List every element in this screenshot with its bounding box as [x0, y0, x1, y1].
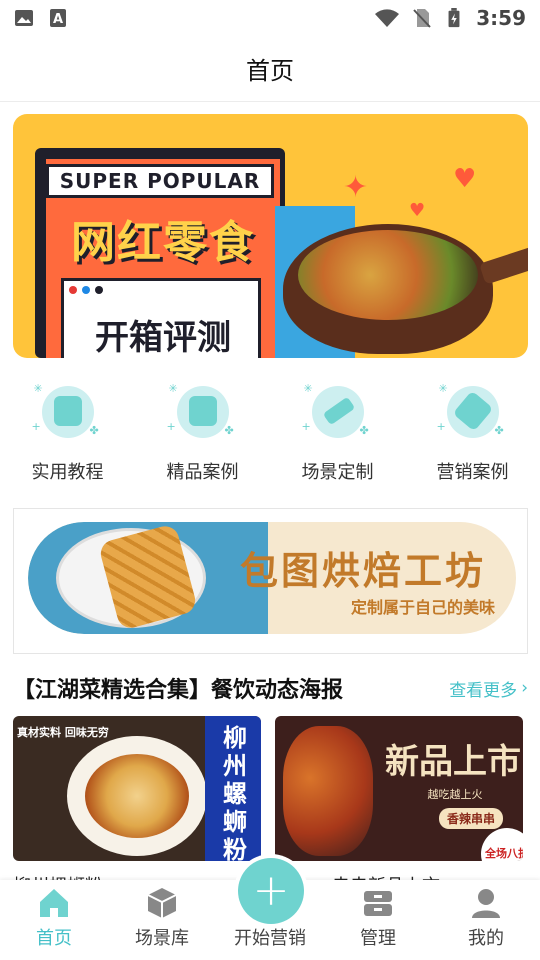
start-marketing-fab[interactable]: + [238, 858, 304, 924]
user-icon [472, 889, 500, 918]
shortcut-cases[interactable]: ✳ + ✤ 精品案例 [135, 380, 270, 490]
poster-subtitle: 越吃越上火 [427, 788, 483, 801]
poster-card[interactable]: 新品上市 越吃越上火 香辣串串 全场八折 [275, 716, 523, 861]
section-header: 【江湖菜精选合集】餐饮动态海报 查看更多 › [13, 668, 528, 708]
pencil-ruler-icon: ✳ + ✤ [301, 382, 369, 438]
poster-side-text: 柳州螺蛳粉 [223, 724, 247, 861]
shortcut-label: 场景定制 [301, 462, 374, 483]
document-case-icon: ✳ + ✤ [166, 382, 234, 438]
promo-pill: 包图烘焙工坊 定制属于自己的美味 [28, 522, 516, 634]
drawer-icon [364, 891, 392, 916]
gallery-icon [15, 10, 33, 26]
wifi-icon [375, 9, 400, 27]
tab-label: 管理 [360, 928, 396, 949]
tab-me[interactable]: 我的 [432, 880, 540, 960]
battery-charging-icon [448, 8, 460, 28]
video-tutorial-icon: ✳ + ✤ [31, 382, 99, 438]
plus-icon: + [252, 865, 290, 916]
hero-super-text: SUPER POPULAR [46, 164, 274, 198]
box-icon [147, 888, 177, 918]
status-time: 3:59 [476, 6, 526, 30]
tab-label: 开始营销 [234, 928, 306, 949]
hero-sub-text: 开箱评测 [95, 318, 231, 358]
poster-tag: 真材实料 回味无穷 [17, 726, 109, 739]
pot-handle-image [479, 245, 528, 285]
shortcut-marketing-cases[interactable]: ✳ + ✤ 营销案例 [405, 380, 540, 490]
tag-icon: ✳ + ✤ [436, 382, 504, 438]
promo-subtitle: 定制属于自己的美味 [350, 598, 495, 617]
font-icon: A [50, 9, 66, 27]
chevron-right-icon: › [521, 678, 528, 698]
tab-home[interactable]: 首页 [0, 880, 108, 960]
tab-label: 场景库 [135, 928, 189, 949]
section-title: 【江湖菜精选合集】餐饮动态海报 [13, 678, 344, 703]
shortcut-label: 实用教程 [31, 462, 104, 483]
shortcut-grid: ✳ + ✤ 实用教程 ✳ + ✤ 精品案例 ✳ + ✤ 场景定制 ✳ + ✤ 营销案例 [0, 380, 540, 490]
bakery-promo-banner[interactable]: 包图烘焙工坊 定制属于自己的美味 [13, 508, 528, 654]
shortcut-tutorial[interactable]: ✳ + ✤ 实用教程 [0, 380, 135, 490]
heart-icon: ♥ [453, 164, 477, 194]
home-icon [40, 889, 68, 917]
poster-title: 新品上市 [385, 742, 521, 782]
tab-label: 首页 [36, 928, 72, 949]
heart-small-icon: ♥ [409, 200, 426, 221]
shortcut-label: 营销案例 [436, 462, 509, 483]
status-bar: A 3:59 [0, 0, 540, 36]
tab-manage[interactable]: 管理 [324, 880, 432, 960]
hero-banner[interactable]: SUPER POPULAR 网红零食 开箱评测 ♥ ♥ ✦ [13, 114, 528, 358]
tab-label: 我的 [468, 928, 504, 949]
window-dots-icon [69, 286, 103, 294]
hotpot-food-image [298, 230, 478, 320]
page-title: 首页 [246, 57, 294, 85]
promo-title: 包图烘焙工坊 [239, 549, 486, 593]
discount-badge: 全场八折 [481, 828, 523, 861]
shortcut-custom-scene[interactable]: ✳ + ✤ 场景定制 [270, 380, 405, 490]
noodle-food-image [85, 754, 189, 838]
poster-card[interactable]: 真材实料 回味无穷 柳州螺蛳粉 [13, 716, 261, 861]
burst-icon: ✦ [343, 170, 369, 205]
shortcut-label: 精品案例 [166, 462, 239, 483]
hero-main-text: 网红零食 [71, 217, 255, 268]
svg-text:A: A [53, 12, 63, 27]
app-header: 首页 [0, 36, 540, 102]
skewer-image [283, 726, 373, 856]
no-sim-icon [413, 9, 431, 28]
poster-badge: 香辣串串 [439, 808, 504, 829]
see-more-link[interactable]: 查看更多 › [449, 676, 528, 701]
see-more-label: 查看更多 [449, 680, 518, 701]
tab-scene-library[interactable]: 场景库 [108, 880, 216, 960]
